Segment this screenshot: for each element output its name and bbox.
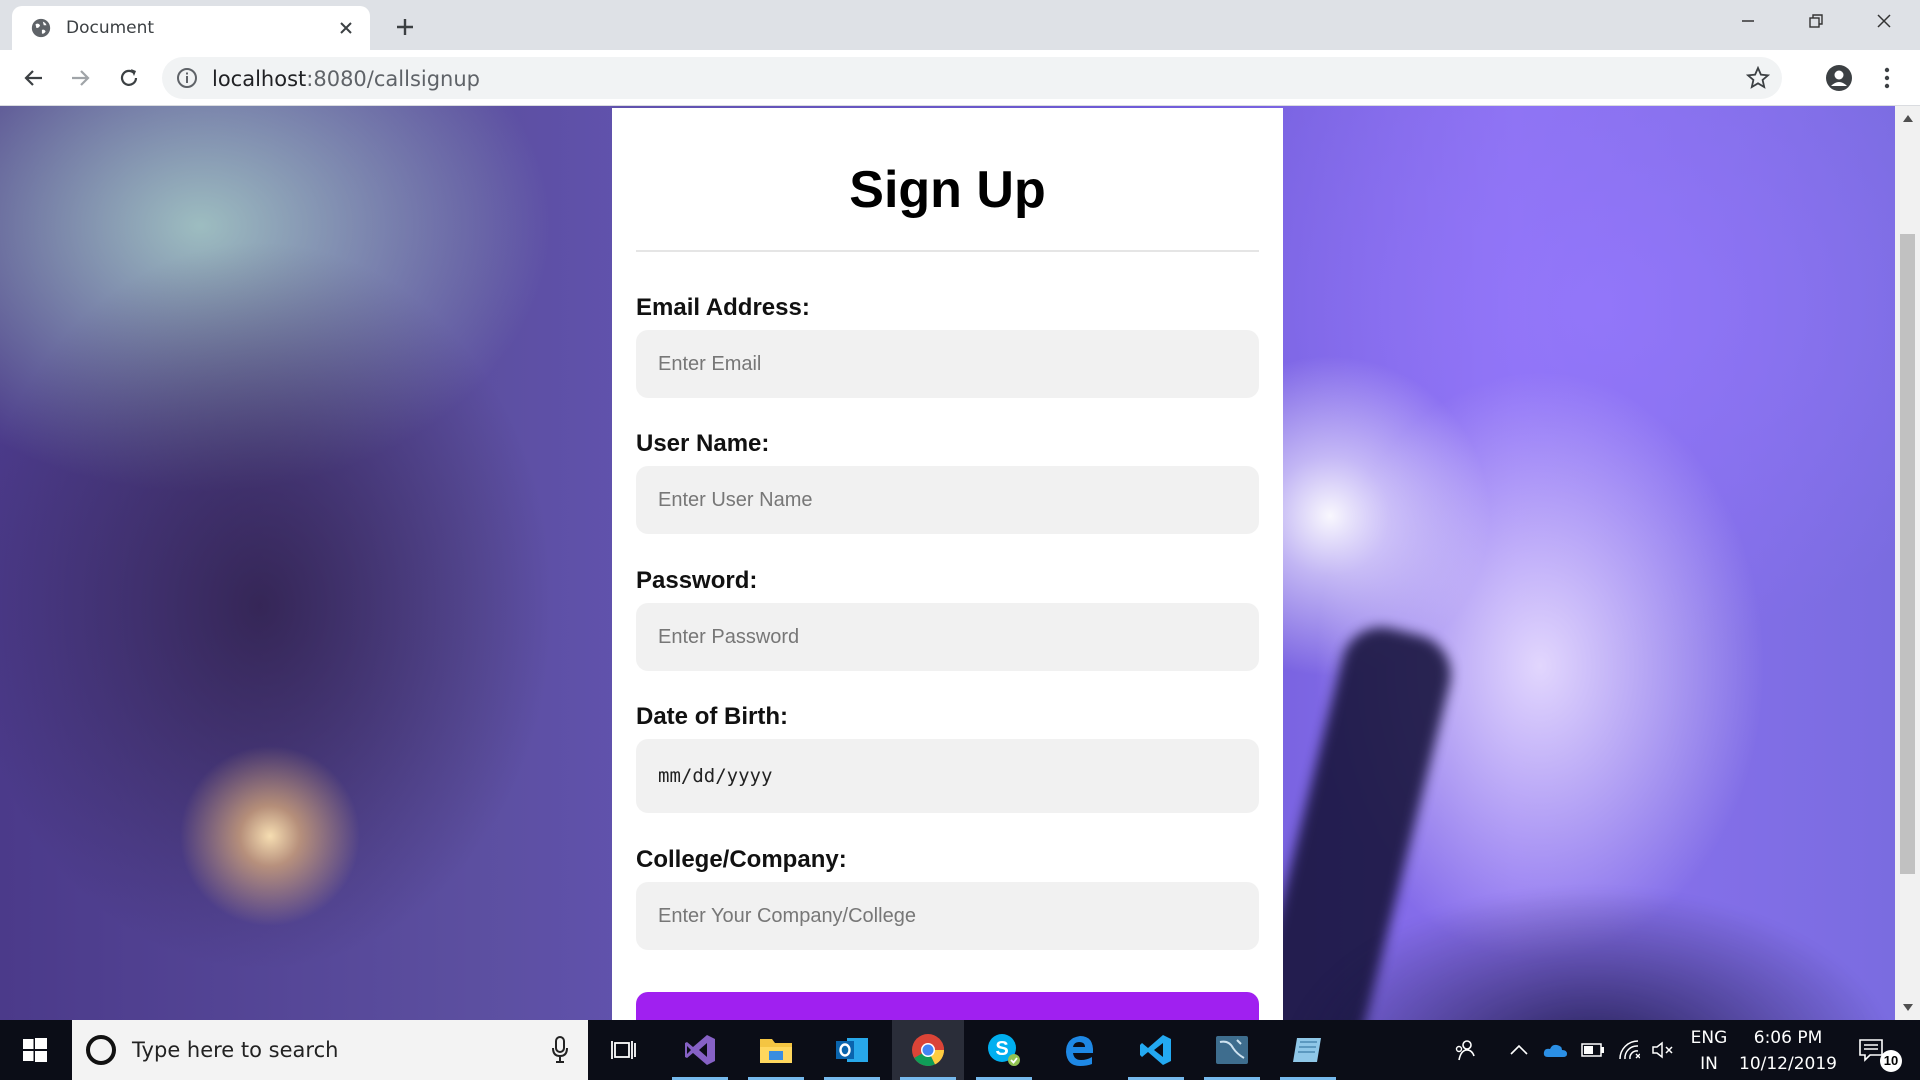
close-window-icon[interactable]: [1854, 6, 1914, 36]
people-icon[interactable]: [1452, 1038, 1478, 1062]
windows-start-icon[interactable]: [0, 1020, 70, 1080]
chevron-up-icon[interactable]: [1506, 1038, 1532, 1062]
vscode-icon[interactable]: [1120, 1020, 1192, 1080]
title-divider: [636, 250, 1259, 252]
file-explorer-icon[interactable]: [740, 1020, 812, 1080]
scroll-up-icon[interactable]: [1895, 108, 1920, 128]
password-field[interactable]: Enter Password: [636, 603, 1259, 671]
cortana-icon: [86, 1035, 116, 1065]
browser-tabstrip: Document: [0, 0, 1920, 50]
url-text[interactable]: localhost:8080/callsignup: [212, 67, 480, 91]
signup-submit-button[interactable]: [636, 992, 1259, 1020]
wifi-icon[interactable]: [1616, 1038, 1642, 1062]
taskbar-search-input[interactable]: Type here to search: [72, 1020, 588, 1080]
windows-taskbar: Type here to search S ENG IN 6:06 PM 10/…: [0, 1020, 1920, 1080]
notification-count-badge: 10: [1880, 1050, 1902, 1072]
company-field[interactable]: Enter Your Company/College: [636, 882, 1259, 950]
company-label: College/Company:: [636, 846, 847, 873]
region-indicator[interactable]: IN: [1688, 1054, 1730, 1074]
edge-icon[interactable]: [1044, 1020, 1116, 1080]
clock-date[interactable]: 10/12/2019: [1735, 1054, 1841, 1074]
email-field[interactable]: Enter Email: [636, 330, 1259, 398]
username-field[interactable]: Enter User Name: [636, 466, 1259, 534]
microphone-icon[interactable]: [550, 1036, 570, 1064]
volume-muted-icon[interactable]: [1650, 1038, 1676, 1062]
scroll-down-icon[interactable]: [1895, 998, 1920, 1018]
browser-toolbar: localhost:8080/callsignup: [0, 50, 1920, 106]
language-indicator[interactable]: ENG: [1688, 1028, 1730, 1048]
background-crowd: [1280, 886, 1895, 1020]
dob-label: Date of Birth:: [636, 703, 788, 730]
email-label: Email Address:: [636, 294, 810, 321]
clock-time[interactable]: 6:06 PM: [1735, 1028, 1841, 1048]
task-view-icon[interactable]: [588, 1020, 660, 1080]
notepad-icon[interactable]: [1272, 1020, 1344, 1080]
menu-dots-icon[interactable]: [1870, 61, 1904, 95]
browser-tab[interactable]: Document: [12, 6, 370, 50]
svg-text:S: S: [995, 1038, 1008, 1060]
minimize-icon[interactable]: [1718, 6, 1778, 36]
visual-studio-icon[interactable]: [664, 1020, 736, 1080]
search-placeholder: Type here to search: [132, 1038, 339, 1062]
skype-icon[interactable]: S: [968, 1020, 1040, 1080]
account-icon[interactable]: [1822, 61, 1856, 95]
forward-arrow-icon[interactable]: [64, 61, 98, 95]
reload-icon[interactable]: [112, 61, 146, 95]
bookmark-star-icon[interactable]: [1746, 66, 1770, 90]
restore-icon[interactable]: [1786, 6, 1846, 36]
chrome-icon[interactable]: [892, 1020, 964, 1080]
mysql-workbench-icon[interactable]: [1196, 1020, 1268, 1080]
page-background: Sign Up Email Address: Enter Email User …: [0, 106, 1895, 1020]
password-label: Password:: [636, 567, 758, 594]
close-tab-icon[interactable]: [334, 16, 358, 40]
page-title: Sign Up: [849, 161, 1046, 219]
tab-title: Document: [66, 18, 155, 38]
back-arrow-icon[interactable]: [16, 61, 50, 95]
username-label: User Name:: [636, 430, 770, 457]
signup-card: Sign Up Email Address: Enter Email User …: [612, 108, 1283, 1020]
page-scrollbar[interactable]: [1895, 106, 1920, 1020]
address-bar[interactable]: localhost:8080/callsignup: [162, 57, 1782, 99]
new-tab-icon[interactable]: [390, 12, 420, 42]
battery-icon[interactable]: [1580, 1038, 1606, 1062]
globe-icon: [31, 18, 51, 38]
info-icon[interactable]: [176, 67, 198, 89]
scrollbar-thumb[interactable]: [1900, 234, 1915, 874]
dob-field[interactable]: mm/dd/yyyy: [636, 739, 1259, 813]
outlook-icon[interactable]: [816, 1020, 888, 1080]
onedrive-icon[interactable]: [1542, 1038, 1568, 1062]
